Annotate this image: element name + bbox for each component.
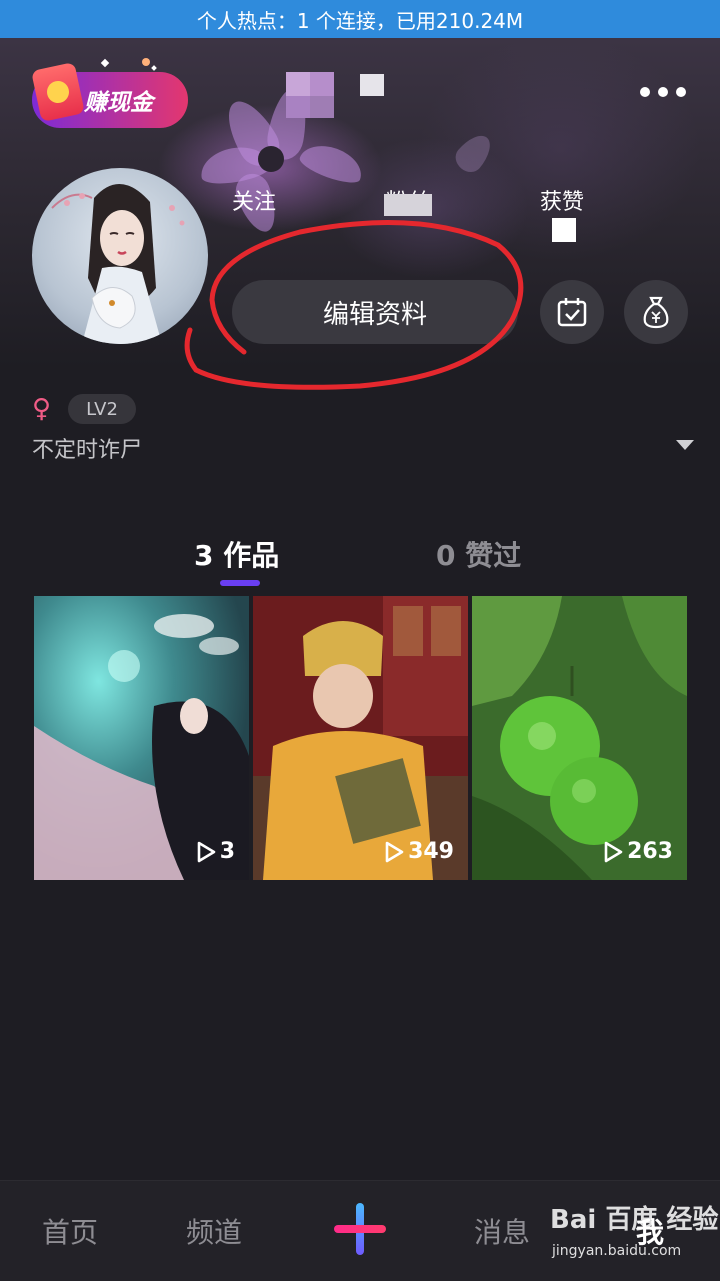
baidu-watermark: Bai 百度 经验 [550,1205,719,1235]
level-badge: LV2 [68,394,136,424]
stat-likes-label[interactable]: 获赞 [540,184,584,216]
play-outline-icon [604,841,623,862]
avatar[interactable] [32,168,208,344]
play-count-text: 349 [408,839,454,864]
hotspot-status-bar: 个人热点：1 个连接，已用210.24M [0,0,720,38]
plus-icon[interactable] [320,1191,400,1271]
checkin-button[interactable] [540,280,604,344]
nav-messages[interactable]: 消息 [474,1211,530,1251]
bio-text: 不定时诈尸 [32,438,143,463]
video-cover-opera [253,596,468,880]
avatar-illustration [51,183,185,344]
username-redacted [286,72,406,118]
play-count-1: 3 [197,839,235,864]
tab-liked[interactable]: 0 赞过 [436,534,521,574]
video-cover-fantasy [34,596,249,880]
nav-home[interactable]: 首页 [42,1211,98,1251]
stat-following-label[interactable]: 关注 [232,184,276,216]
play-icon [197,842,212,862]
video-thumbnail-2[interactable]: 349 [253,596,468,880]
female-icon: ♀ [32,394,52,424]
more-dots-icon[interactable] [640,82,692,102]
level-text: LV2 [86,398,118,420]
play-count-text: 263 [627,839,673,864]
money-bag-icon [643,296,669,329]
tab-works[interactable]: 3 作品 [194,534,279,574]
video-thumbnail-3[interactable]: 263 [472,596,687,880]
hotspot-text: 个人热点：1 个连接，已用210.24M [196,8,524,33]
baidu-watermark-url: jingyan.baidu.com [552,1243,682,1259]
bottom-navigation: 首页 频道 消息 我 Bai 百度 经验 jingyan.baidu.com [0,1180,720,1281]
triangle-down-icon[interactable] [676,440,694,450]
fans-count-redacted [384,194,432,216]
likes-count-redacted [552,218,576,242]
calendar-check-icon [557,298,587,327]
edit-profile-button[interactable]: 编辑资料 [232,280,518,344]
play-outline-icon [385,841,404,862]
video-thumbnail-1[interactable]: 3 [34,596,249,880]
play-count-3: 263 [603,839,673,864]
play-count-text: 3 [219,839,235,864]
earn-cash-label: 赚现金 [84,90,153,116]
edit-profile-label: 编辑资料 [322,299,427,330]
nav-channel[interactable]: 频道 [186,1211,242,1251]
video-cover-fruit [472,596,687,880]
play-count-2: 349 [384,839,454,864]
earn-cash-button[interactable]: 赚现金 [31,58,188,128]
active-tab-indicator [220,580,260,586]
wallet-button[interactable] [624,280,688,344]
